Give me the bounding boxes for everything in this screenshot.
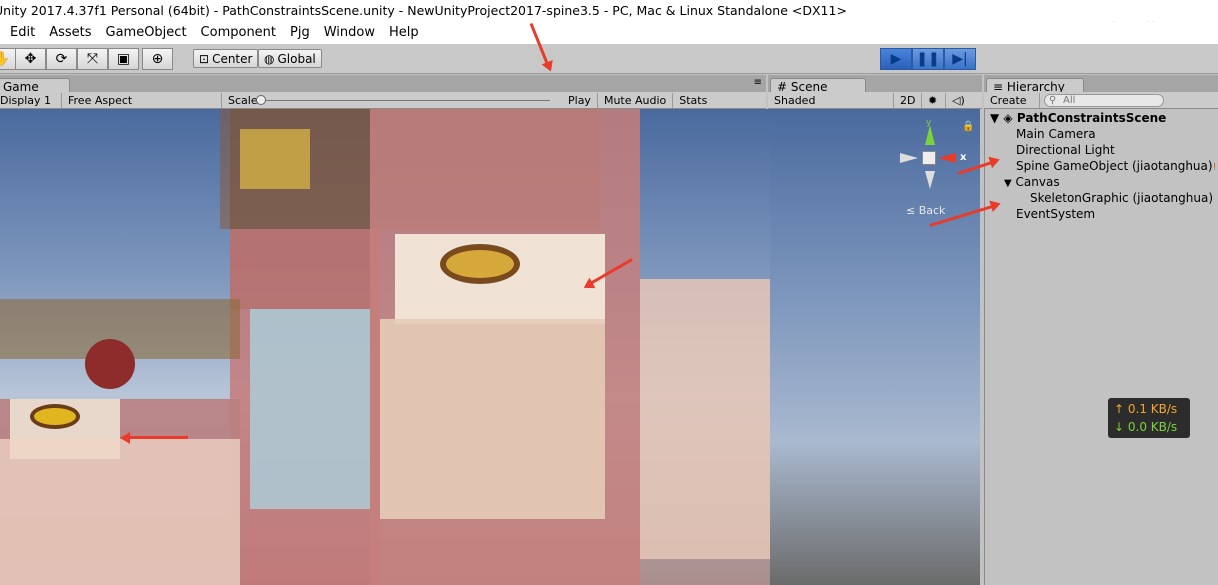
unity-scene-icon: ◈ — [1003, 111, 1013, 125]
blurred-region — [85, 339, 135, 389]
blurred-region — [0, 439, 240, 585]
spoon-icon — [440, 244, 520, 284]
shading-dropdown[interactable]: Shaded — [768, 92, 894, 108]
menu-edit[interactable]: Edit — [0, 22, 42, 44]
scale-tool-icon[interactable]: ⤧ — [77, 48, 108, 70]
pivot-center-label: Center — [212, 51, 253, 66]
panel-menu-icon[interactable]: ≡ — [754, 77, 762, 88]
create-dropdown[interactable]: Create — [984, 92, 1040, 108]
maximize-on-play-toggle[interactable]: Play — [562, 92, 598, 108]
menu-window[interactable]: Window — [317, 22, 382, 44]
blurred-region — [250, 309, 370, 509]
gizmo-neg-y-icon[interactable] — [925, 171, 935, 189]
hierarchy-item-main-camera[interactable]: Main Camera — [1016, 126, 1096, 142]
search-placeholder: All — [1063, 94, 1076, 106]
hierarchy-item-spine-gameobject[interactable]: Spine GameObject (jiaotanghua)! — [1016, 158, 1217, 174]
transform-tool-icon[interactable]: ⊕ — [142, 48, 173, 70]
lighting-icon[interactable]: ✹ — [922, 92, 946, 108]
stats-toggle[interactable]: Stats — [673, 93, 713, 108]
lock-icon[interactable]: 🔒 — [962, 121, 974, 132]
scale-slider[interactable]: Scale — [222, 93, 562, 108]
pause-icon: ❚❚ — [916, 51, 940, 67]
hierarchy-item-canvas[interactable]: ▼ Canvas — [1004, 174, 1060, 190]
2d-toggle[interactable]: 2D — [894, 92, 922, 108]
projection-toggle[interactable]: ≤ Back — [906, 204, 945, 217]
expand-arrow-icon[interactable]: ▼ — [990, 111, 999, 125]
aspect-dropdown[interactable]: Free Aspect — [62, 92, 222, 108]
scale-thumb[interactable] — [256, 94, 266, 105]
playback-controls: ▶ ❚❚ ▶| — [880, 48, 976, 70]
menu-component[interactable]: Component — [194, 22, 283, 44]
prefab-marker-icon: ! — [1212, 162, 1217, 173]
scene-root-label: PathConstraintsScene — [1016, 111, 1167, 125]
menu-assets[interactable]: Assets — [42, 22, 98, 44]
step-icon: ▶| — [952, 51, 968, 67]
gizmo-x-axis-icon[interactable] — [938, 153, 956, 163]
hierarchy-item-eventsystem[interactable]: EventSystem — [1016, 206, 1095, 222]
hierarchy-item-directional-light[interactable]: Directional Light — [1016, 142, 1115, 158]
hierarchy-search-input[interactable]: ⚲ All — [1044, 93, 1164, 107]
expand-arrow-icon[interactable]: ▼ — [1004, 178, 1012, 189]
menu-bar: Edit Assets GameObject Component Pjg Win… — [0, 22, 1218, 44]
main-toolbar: ✋ ✥ ⟳ ⤧ ▣ ⊕ ⊡ Center ◍ Global ▶ ❚❚ ▶| — [0, 44, 1218, 74]
download-value: 0.0 KB/s — [1127, 420, 1178, 434]
display-dropdown[interactable]: Display 1 — [0, 92, 62, 108]
menu-pjg[interactable]: Pjg — [283, 22, 317, 44]
upload-speed: ↑ 0.1 KB/s — [1114, 402, 1178, 416]
spoon-icon — [30, 404, 80, 429]
scene-root-row[interactable]: ▼ ◈ PathConstraintsScene — [990, 110, 1166, 126]
step-button[interactable]: ▶| — [944, 48, 976, 70]
rotate-tool-icon[interactable]: ⟳ — [46, 48, 77, 70]
scene-gizmo-center[interactable] — [922, 151, 936, 165]
gizmo-y-axis-icon[interactable] — [925, 125, 935, 145]
scene-toolbar: Shaded 2D ✹ ◁) — [768, 92, 982, 109]
game-toolbar: Display 1 Free Aspect Scale Play Mute Au… — [0, 92, 766, 109]
annotation-arrow — [124, 436, 188, 439]
scene-viewport[interactable]: y x 🔒 ≤ Back — [770, 109, 980, 585]
upload-value: 0.1 KB/s — [1127, 402, 1178, 416]
scale-track — [260, 99, 550, 101]
hierarchy-toolbar: Create ⚲ All — [984, 92, 1218, 109]
play-button[interactable]: ▶ — [880, 48, 912, 70]
scale-label: Scale — [228, 93, 258, 107]
menu-gameobject[interactable]: GameObject — [99, 22, 194, 44]
network-speed-widget: ↑ 0.1 KB/s ↓ 0.0 KB/s — [1108, 398, 1190, 438]
pause-button[interactable]: ❚❚ — [912, 48, 944, 70]
pivot-global-button[interactable]: ◍ Global — [258, 49, 322, 68]
blurred-region — [240, 129, 310, 189]
download-speed: ↓ 0.0 KB/s — [1114, 420, 1178, 434]
hierarchy-panel: ▼ ◈ PathConstraintsScene Main Camera Dir… — [984, 109, 1218, 585]
pivot-center-button[interactable]: ⊡ Center — [193, 49, 259, 68]
menu-help[interactable]: Help — [382, 22, 426, 44]
rect-tool-icon[interactable]: ▣ — [108, 48, 139, 70]
gizmo-y-label: y — [926, 118, 932, 128]
hierarchy-item-label: Canvas — [1015, 175, 1060, 189]
hierarchy-item-label: Spine GameObject (jiaotanghua) — [1016, 159, 1213, 173]
play-icon: ▶ — [890, 51, 902, 67]
gizmo-neg-x-icon[interactable] — [900, 153, 918, 163]
hierarchy-item-skeleton-graphic[interactable]: SkeletonGraphic (jiaotanghua) — [1030, 190, 1213, 206]
blurred-region — [640, 279, 780, 559]
mute-audio-toggle[interactable]: Mute Audio — [598, 92, 674, 108]
gizmo-x-label: x — [960, 152, 967, 163]
move-tool-icon[interactable]: ✥ — [15, 48, 46, 70]
window-title: Unity 2017.4.37f1 Personal (64bit) - Pat… — [0, 3, 847, 18]
window-titlebar: Unity 2017.4.37f1 Personal (64bit) - Pat… — [0, 0, 1218, 22]
character-card — [380, 319, 605, 519]
pivot-global-label: Global — [277, 51, 316, 66]
pivot-center-icon: ⊡ — [199, 51, 210, 66]
globe-icon: ◍ — [264, 51, 275, 66]
back-label: Back — [918, 204, 946, 217]
audio-icon[interactable]: ◁) — [946, 93, 971, 108]
search-icon: ⚲ — [1049, 94, 1057, 106]
